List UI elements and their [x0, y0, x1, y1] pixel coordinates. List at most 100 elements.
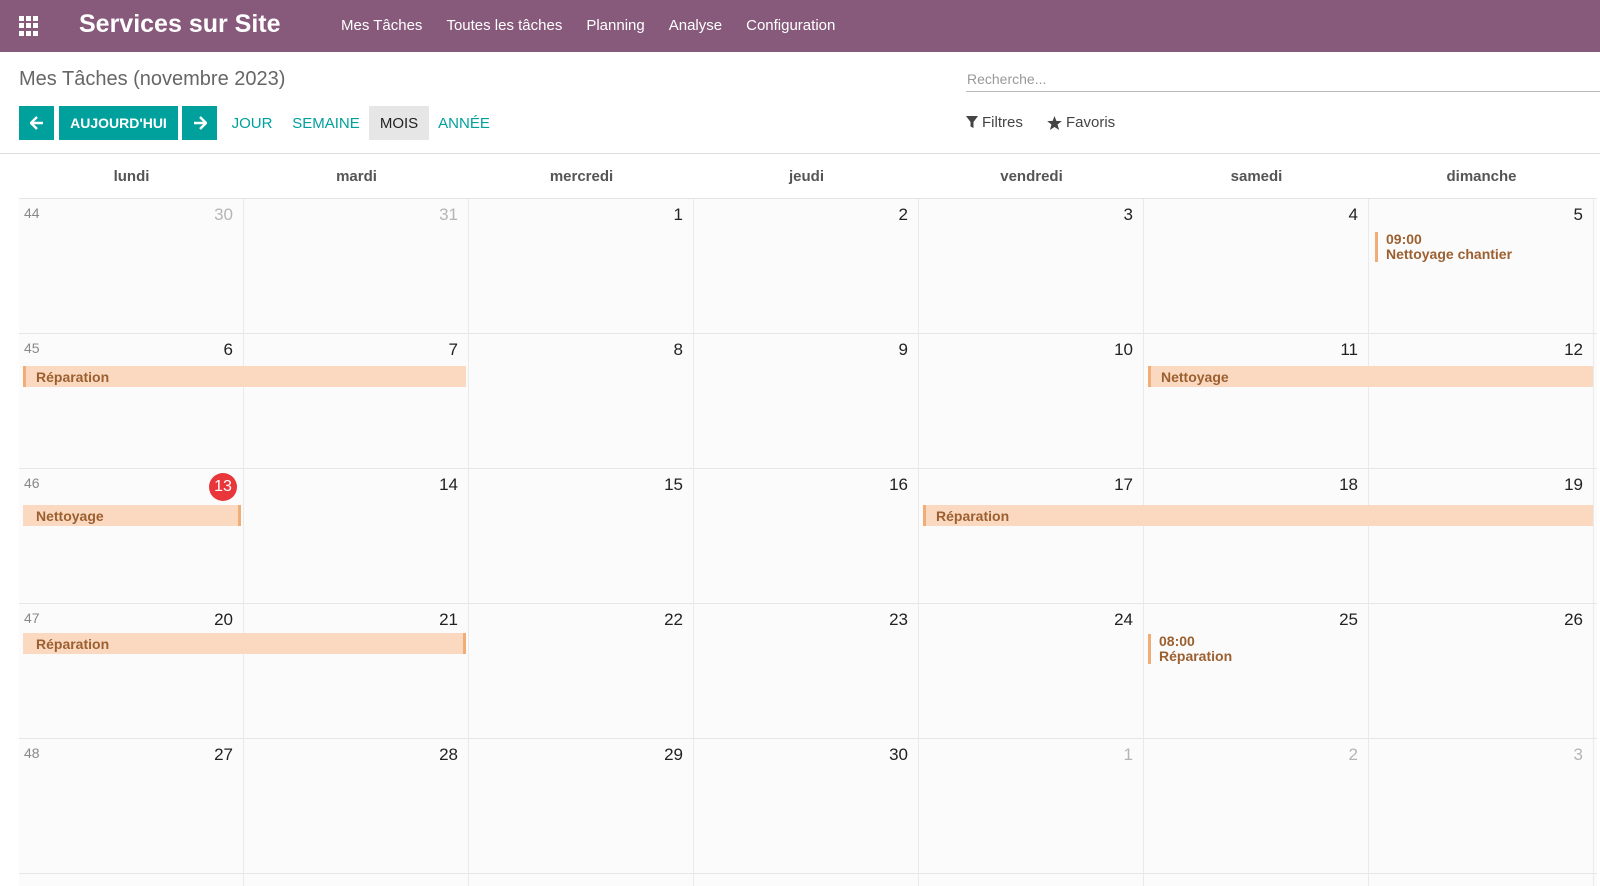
- day-number: 31: [439, 205, 458, 224]
- day-cell[interactable]: 18: [1144, 469, 1369, 604]
- weekday-header: lundi mardi mercredi jeudi vendredi same…: [19, 154, 1597, 199]
- calendar-event[interactable]: 08:00 Réparation: [1148, 634, 1232, 664]
- today-day-badge: 13: [209, 473, 237, 501]
- calendar-event[interactable]: Nettoyage: [23, 505, 241, 526]
- day-cell[interactable]: 46 13: [19, 469, 244, 604]
- day-cell[interactable]: 44 30: [19, 199, 244, 334]
- day-cell[interactable]: [919, 874, 1144, 886]
- day-cell[interactable]: 30: [694, 739, 919, 874]
- weekday-label: dimanche: [1446, 168, 1517, 185]
- day-cell[interactable]: 11: [1144, 334, 1369, 469]
- filters-button[interactable]: Filtres: [966, 114, 1023, 131]
- day-cell[interactable]: 26: [1369, 604, 1594, 739]
- day-cell[interactable]: 21: [244, 604, 469, 739]
- day-cell[interactable]: 28: [244, 739, 469, 874]
- day-cell[interactable]: 9: [694, 334, 919, 469]
- calendar-week-row: 48 27 28 29 30 1 2 3: [19, 739, 1597, 874]
- day-cell[interactable]: 3: [1369, 739, 1594, 874]
- calendar-week-row: 45 6 7 8 9 10 11 12 Réparation Nettoyage: [19, 334, 1597, 469]
- day-cell[interactable]: [1369, 874, 1594, 886]
- menu-item-mes-taches[interactable]: Mes Tâches: [341, 17, 422, 34]
- scale-month-button[interactable]: MOIS: [369, 106, 429, 140]
- day-cell[interactable]: 14: [244, 469, 469, 604]
- day-cell[interactable]: 47 20: [19, 604, 244, 739]
- menu-item-planning[interactable]: Planning: [586, 17, 644, 34]
- scale-year-button[interactable]: ANNÉE: [434, 106, 494, 140]
- menu-item-configuration[interactable]: Configuration: [746, 17, 835, 34]
- day-number: 18: [1339, 475, 1358, 494]
- top-navbar: Services sur Site Mes Tâches Toutes les …: [0, 0, 1600, 52]
- day-cell[interactable]: 5: [1369, 199, 1594, 334]
- day-cell[interactable]: 31: [244, 199, 469, 334]
- search-input[interactable]: [966, 66, 1600, 92]
- day-cell[interactable]: 23: [694, 604, 919, 739]
- menu-item-analyse[interactable]: Analyse: [669, 17, 722, 34]
- weekday-label: samedi: [1230, 168, 1283, 185]
- day-number: 23: [889, 610, 908, 629]
- day-cell[interactable]: 1: [919, 739, 1144, 874]
- day-cell[interactable]: [694, 874, 919, 886]
- day-cell[interactable]: 8: [469, 334, 694, 469]
- day-cell[interactable]: 15: [469, 469, 694, 604]
- day-cell[interactable]: 17: [919, 469, 1144, 604]
- day-number: 27: [214, 745, 233, 764]
- calendar-event[interactable]: Réparation: [923, 505, 1593, 526]
- filters-label: Filtres: [982, 114, 1023, 131]
- day-number: 19: [1564, 475, 1583, 494]
- day-cell[interactable]: 45 6: [19, 334, 244, 469]
- calendar-event[interactable]: Réparation: [23, 366, 466, 387]
- event-time: 08:00: [1159, 633, 1195, 649]
- day-number: 10: [1114, 340, 1133, 359]
- day-number: 14: [439, 475, 458, 494]
- day-cell[interactable]: 7: [244, 334, 469, 469]
- day-number: 2: [898, 205, 908, 224]
- day-cell[interactable]: 3: [919, 199, 1144, 334]
- next-button[interactable]: [182, 106, 217, 140]
- day-cell[interactable]: 12: [1369, 334, 1594, 469]
- day-cell[interactable]: 10: [919, 334, 1144, 469]
- day-cell[interactable]: [1144, 874, 1369, 886]
- favorites-button[interactable]: Favoris: [1047, 114, 1115, 131]
- day-cell[interactable]: 24: [919, 604, 1144, 739]
- day-number: 21: [439, 610, 458, 629]
- day-cell[interactable]: 16: [694, 469, 919, 604]
- day-cell[interactable]: [244, 874, 469, 886]
- day-cell[interactable]: 29: [469, 739, 694, 874]
- day-number: 30: [214, 205, 233, 224]
- day-number: 7: [448, 340, 458, 359]
- day-number: 9: [898, 340, 908, 359]
- calendar-event[interactable]: 09:00 Nettoyage chantier: [1375, 232, 1512, 262]
- day-cell[interactable]: 22: [469, 604, 694, 739]
- calendar-event[interactable]: Réparation: [23, 633, 466, 654]
- app-title[interactable]: Services sur Site: [79, 10, 281, 39]
- day-number: 30: [889, 745, 908, 764]
- weekday-label: jeudi: [788, 168, 824, 185]
- day-cell[interactable]: [469, 874, 694, 886]
- today-button[interactable]: AUJOURD'HUI: [59, 106, 178, 140]
- day-cell[interactable]: 4: [1144, 199, 1369, 334]
- day-number: 22: [664, 610, 683, 629]
- calendar-event[interactable]: Nettoyage: [1148, 366, 1593, 387]
- day-cell[interactable]: 25: [1144, 604, 1369, 739]
- scale-day-button[interactable]: JOUR: [226, 106, 278, 140]
- event-title: Nettoyage chantier: [1386, 246, 1513, 262]
- day-cell[interactable]: 48 27: [19, 739, 244, 874]
- previous-button[interactable]: [19, 106, 54, 140]
- day-cell[interactable]: [19, 874, 244, 886]
- day-cell[interactable]: 2: [694, 199, 919, 334]
- day-number: 17: [1114, 475, 1133, 494]
- menu-item-toutes-taches[interactable]: Toutes les tâches: [446, 17, 562, 34]
- day-cell[interactable]: 2: [1144, 739, 1369, 874]
- weekday-label: vendredi: [1000, 168, 1063, 185]
- apps-grid-icon[interactable]: [19, 16, 39, 36]
- day-number: 1: [673, 205, 683, 224]
- calendar-week-row: 47 20 21 22 23 24 25 26 Réparation 08:00…: [19, 604, 1597, 739]
- week-number: 44: [24, 205, 40, 221]
- day-cell[interactable]: 19: [1369, 469, 1594, 604]
- week-number: 45: [24, 340, 40, 356]
- star-icon: [1047, 115, 1062, 130]
- day-number: 12: [1564, 340, 1583, 359]
- day-number: 1: [1123, 745, 1133, 764]
- scale-week-button[interactable]: SEMAINE: [288, 106, 364, 140]
- day-cell[interactable]: 1: [469, 199, 694, 334]
